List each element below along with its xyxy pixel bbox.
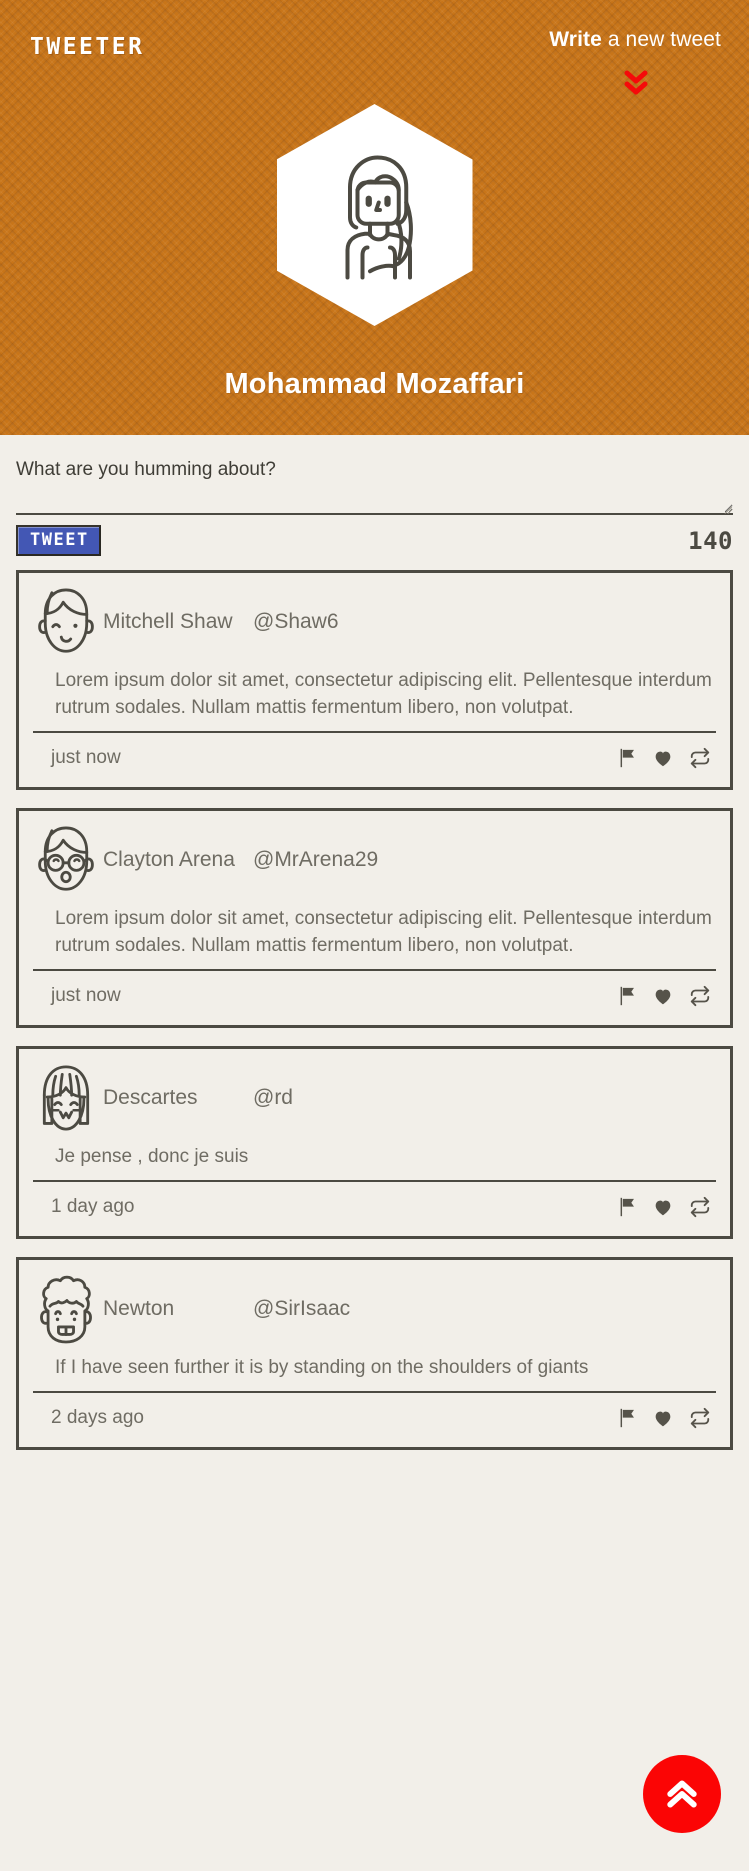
heart-icon[interactable]	[652, 1196, 674, 1218]
profile-header: TWEETER Write a new tweet Mohammad Mozaf…	[0, 0, 749, 435]
tweet-header: Clayton Arena @MrArena29	[33, 821, 716, 899]
tweet-action-icons	[616, 1407, 712, 1429]
tweet-text: Je pense , donc je suis	[33, 1137, 716, 1182]
tweet-timestamp: just now	[51, 985, 121, 1006]
chevron-double-down-icon[interactable]	[623, 68, 649, 96]
compose-textarea[interactable]	[16, 457, 733, 515]
tweet-header: Newton @SirIsaac	[33, 1270, 716, 1348]
tweet-timestamp: 2 days ago	[51, 1407, 144, 1428]
write-new-tweet-rest: a new tweet	[601, 28, 721, 51]
heart-icon[interactable]	[652, 985, 674, 1007]
man-glasses-avatar-icon	[33, 823, 99, 897]
tweet-timestamp: just now	[51, 747, 121, 768]
flag-icon[interactable]	[616, 747, 638, 769]
compose-actions: TWEET 140	[16, 515, 733, 570]
tweet-author-handle[interactable]: @SirIsaac	[253, 1297, 352, 1321]
flag-icon[interactable]	[616, 1196, 638, 1218]
retweet-icon[interactable]	[688, 747, 712, 769]
tweet-author-handle[interactable]: @Shaw6	[253, 610, 341, 634]
tweet-author-name[interactable]: Clayton Arena	[103, 847, 253, 873]
tweet-action-icons	[616, 985, 712, 1007]
profile-avatar	[276, 104, 473, 326]
retweet-icon[interactable]	[688, 985, 712, 1007]
app-logo[interactable]: TWEETER	[30, 34, 144, 60]
tweet-feed: Mitchell Shaw @Shaw6 Lorem ipsum dolor s…	[0, 570, 749, 1490]
character-counter: 140	[688, 526, 733, 555]
man-short-hair-avatar-icon	[33, 585, 99, 659]
tweet-author-name[interactable]: Mitchell Shaw	[103, 609, 253, 635]
tweet-card: Newton @SirIsaac If I have seen further …	[16, 1257, 733, 1450]
tweet-footer: just now	[33, 733, 716, 781]
tweet-author-handle[interactable]: @rd	[253, 1086, 295, 1110]
tweet-footer: 2 days ago	[33, 1393, 716, 1441]
tweet-footer: 1 day ago	[33, 1182, 716, 1230]
tweet-card: Clayton Arena @MrArena29 Lorem ipsum dol…	[16, 808, 733, 1028]
compose-box	[16, 457, 733, 515]
tweet-button[interactable]: TWEET	[16, 525, 101, 556]
flag-icon[interactable]	[616, 985, 638, 1007]
tweet-card: Descartes @rd Je pense , donc je suis 1 …	[16, 1046, 733, 1239]
chevron-double-up-icon	[667, 1780, 697, 1808]
man-curly-wig-avatar-icon	[33, 1272, 99, 1346]
tweet-action-icons	[616, 747, 712, 769]
write-new-tweet-strong: Write	[549, 28, 602, 51]
heart-icon[interactable]	[652, 1407, 674, 1429]
flag-icon[interactable]	[616, 1407, 638, 1429]
woman-long-hair-avatar-icon	[345, 155, 413, 280]
tweet-header: Descartes @rd	[33, 1059, 716, 1137]
woman-bangs-avatar-icon	[33, 1061, 99, 1135]
tweet-author-name[interactable]: Newton	[103, 1296, 253, 1322]
tweet-timestamp: 1 day ago	[51, 1196, 135, 1217]
retweet-icon[interactable]	[688, 1196, 712, 1218]
tweet-header: Mitchell Shaw @Shaw6	[33, 583, 716, 661]
page-title: Mohammad Mozaffari	[224, 368, 525, 400]
tweet-text: Lorem ipsum dolor sit amet, consectetur …	[33, 899, 716, 971]
tweet-text: If I have seen further it is by standing…	[33, 1348, 716, 1393]
compose-section: TWEET 140	[0, 435, 749, 570]
retweet-icon[interactable]	[688, 1407, 712, 1429]
tweet-action-icons	[616, 1196, 712, 1218]
tweet-author-handle[interactable]: @MrArena29	[253, 848, 380, 872]
profile-avatar-hexagon	[276, 104, 473, 326]
write-new-tweet-link[interactable]: Write a new tweet	[549, 28, 721, 52]
tweet-footer: just now	[33, 971, 716, 1019]
heart-icon[interactable]	[652, 747, 674, 769]
scroll-to-top-button[interactable]	[643, 1755, 721, 1833]
tweet-text: Lorem ipsum dolor sit amet, consectetur …	[33, 661, 716, 733]
tweet-author-name[interactable]: Descartes	[103, 1085, 253, 1111]
tweet-card: Mitchell Shaw @Shaw6 Lorem ipsum dolor s…	[16, 570, 733, 790]
